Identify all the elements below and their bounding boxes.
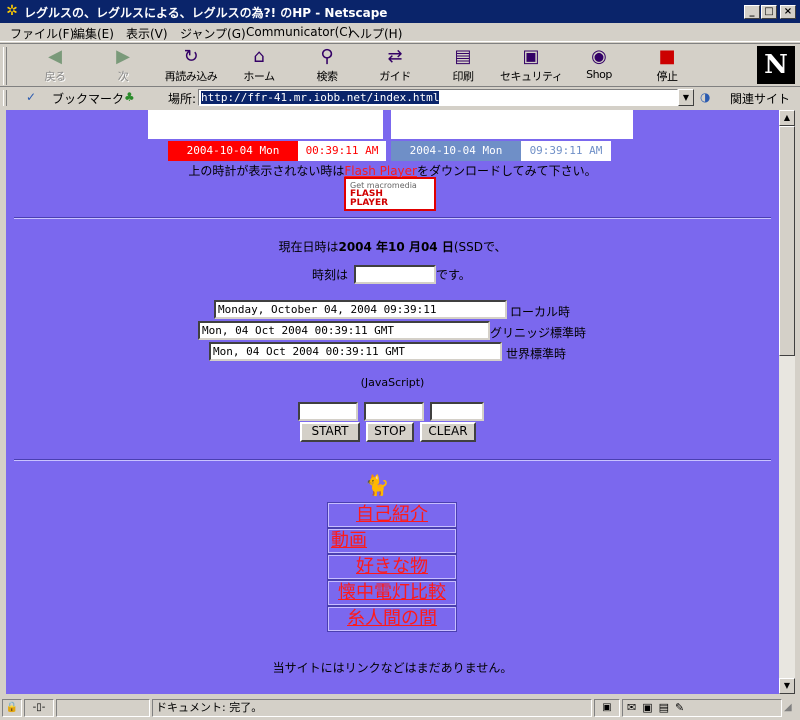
scroll-down-button[interactable]: ▼ [779, 678, 795, 694]
local-time-field[interactable]: Monday, October 04, 2004 09:39:11 [214, 300, 507, 319]
clock-right-date: 2004-10-04 Mon [391, 141, 521, 161]
stop-button[interactable]: ■ 停止 [636, 46, 698, 86]
home-icon: ⌂ [253, 46, 265, 67]
lock-icon: ▣ [522, 46, 540, 67]
nav-link-flashlight[interactable]: 懐中電灯比較 [327, 580, 457, 606]
search-icon: ⚲ [320, 46, 334, 67]
local-time-label: ローカル時 [510, 305, 571, 319]
security-button[interactable]: ▣ セキュリティ [500, 46, 563, 86]
url-input[interactable]: http://ffr-41.mr.iobb.net/index.html [198, 89, 678, 106]
guide-icon: ⇄ [387, 46, 403, 67]
page-content: 2004-10-04 Mon 00:39:11 AM 2004-10-04 Mo… [6, 110, 779, 694]
menu-go[interactable]: ジャンプ(G) [180, 25, 246, 42]
get-flash-player-badge[interactable]: Get macromedia FLASH PLAYER [344, 177, 436, 211]
menu-edit[interactable]: 編集(E) [73, 25, 114, 42]
print-icon: ▤ [454, 46, 472, 67]
close-button[interactable]: × [780, 5, 796, 19]
window-titlebar[interactable]: ✲ レグルスの、レグルスによる、レグルスの為?! のHP - Netscape … [0, 0, 800, 23]
scroll-thumb[interactable] [779, 126, 795, 356]
flash-clock-left [148, 110, 383, 139]
menu-communicator[interactable]: Communicator(C) [246, 25, 352, 39]
shop-icon: ◉ [591, 46, 607, 67]
guide-button[interactable]: ⇄ ガイド [364, 46, 426, 86]
stopwatch-field-3[interactable] [430, 402, 484, 421]
javascript-note: (JavaScript) [360, 376, 425, 389]
maximize-button[interactable]: □ [761, 5, 777, 19]
navigation-toolbar: ◀ 戻る ▶ 次 ↻ 再読み込み ⌂ ホーム ⚲ 検索 ⇄ ガイド ▤ 印刷 ▣ セキュリティ … [0, 43, 800, 87]
divider-bottom [14, 459, 771, 461]
clear-button[interactable]: CLEAR [420, 422, 476, 442]
clock-right-time: 09:39:11 AM [521, 141, 611, 161]
current-date: 2004 年10 月04 日 [338, 240, 454, 254]
forward-button[interactable]: ▶ 次 [92, 46, 154, 86]
time-prefix: 時刻は [312, 268, 349, 282]
divider-top [14, 217, 771, 219]
resize-grip[interactable]: ◢ [784, 702, 798, 716]
time-suffix: です。 [436, 268, 471, 282]
related-sites-button[interactable]: 関連サイト [730, 90, 790, 107]
menu-file[interactable]: ファイル(F) [10, 25, 74, 42]
back-button[interactable]: ◀ 戻る [24, 46, 86, 86]
nav-link-favorites[interactable]: 好きな物 [327, 554, 457, 580]
url-dropdown-button[interactable]: ▼ [678, 89, 694, 106]
cat-image: 🐈 [364, 473, 390, 497]
security-status-icon[interactable]: 🔒 [2, 699, 22, 717]
utc-time-label: 世界標準時 [506, 347, 567, 361]
start-button[interactable]: START [300, 422, 360, 442]
current-time-field[interactable] [354, 265, 436, 284]
stop-button-page[interactable]: STOP [366, 422, 414, 442]
stopwatch-field-1[interactable] [298, 402, 358, 421]
search-button[interactable]: ⚲ 検索 [296, 46, 358, 86]
shop-button[interactable]: ◉ Shop [568, 46, 630, 86]
gmt-time-field[interactable]: Mon, 04 Oct 2004 00:39:11 GMT [198, 321, 490, 340]
bookmarks-button[interactable]: ブックマーク [52, 90, 124, 107]
locationbar-grip[interactable] [3, 90, 7, 106]
current-date-line: 現在日時は2004 年10 月04 日(SSDで、 [278, 240, 507, 254]
clock-left-date: 2004-10-04 Mon [168, 141, 298, 161]
vertical-scrollbar[interactable]: ▲ ▼ [779, 110, 795, 694]
related-sites-icon[interactable]: ◑ [700, 90, 710, 104]
reload-icon: ↻ [183, 46, 199, 67]
flash-player-link[interactable]: Flash Player [344, 164, 417, 178]
netscape-logo[interactable]: N [757, 46, 795, 84]
clock-left-time: 00:39:11 AM [298, 141, 386, 161]
print-button[interactable]: ▤ 印刷 [432, 46, 494, 86]
footer-note: 当サイトにはリンクなどはまだありません。 [272, 661, 513, 675]
reload-button[interactable]: ↻ 再読み込み [160, 46, 222, 86]
nav-link-string-person[interactable]: 糸人間の間 [327, 606, 457, 632]
flash-clock-right [391, 110, 633, 139]
minimize-button[interactable]: _ [744, 5, 760, 19]
netscape-app-icon: ✲ [6, 3, 18, 19]
offline-icon[interactable]: ▣ [594, 699, 620, 717]
nav-link-profile[interactable]: 自己紹介 [327, 502, 457, 528]
stopwatch-field-2[interactable] [364, 402, 424, 421]
location-label: 場所: [168, 92, 197, 106]
connection-status-icon[interactable]: -▯- [24, 699, 54, 717]
scroll-up-button[interactable]: ▲ [779, 110, 795, 126]
menu-bar: ファイル(F) 編集(E) 表示(V) ジャンプ(G) Communicator… [0, 23, 800, 42]
back-arrow-icon: ◀ [48, 46, 62, 67]
page-proxy-icon[interactable]: ♣ [124, 90, 135, 104]
gmt-time-label: グリニッジ標準時 [490, 326, 587, 340]
component-bar[interactable]: ✉▣▤✎ [622, 699, 782, 717]
stop-icon: ■ [658, 46, 676, 67]
status-bar: 🔒 -▯- ドキュメント: 完了。 ▣ ✉▣▤✎ ◢ [0, 696, 800, 720]
window-title: レグルスの、レグルスによる、レグルスの為?! のHP - Netscape [24, 6, 388, 20]
toolbar-grip[interactable] [3, 47, 7, 85]
status-text: ドキュメント: 完了。 [152, 699, 592, 717]
menu-help[interactable]: ヘルプ(H) [348, 25, 402, 42]
forward-arrow-icon: ▶ [116, 46, 130, 67]
nav-link-video[interactable]: 動画 [327, 528, 457, 554]
utc-time-field[interactable]: Mon, 04 Oct 2004 00:39:11 GMT [209, 342, 502, 361]
menu-view[interactable]: 表示(V) [126, 25, 168, 42]
bookmarks-icon[interactable]: ✓ [26, 90, 36, 104]
home-button[interactable]: ⌂ ホーム [228, 46, 290, 86]
progress-bar [56, 699, 150, 717]
